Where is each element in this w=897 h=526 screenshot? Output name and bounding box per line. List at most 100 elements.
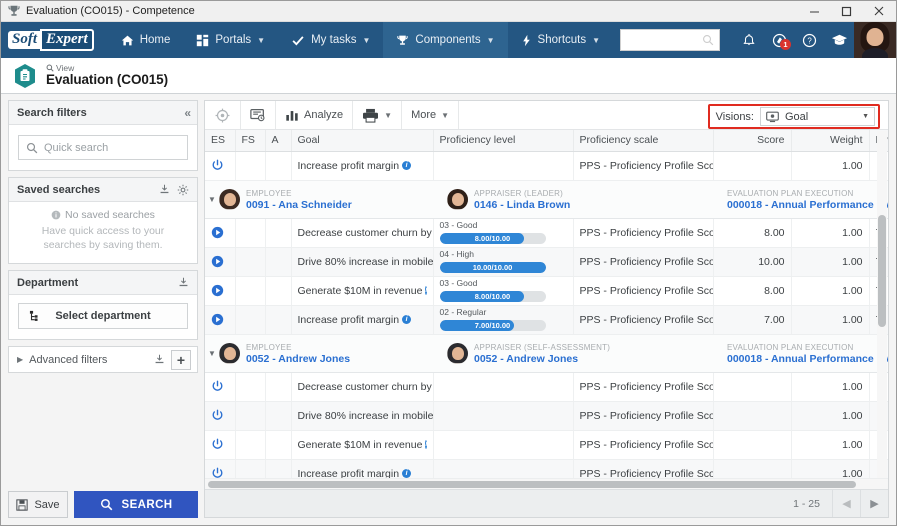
table-group-row[interactable]: ▼ EMPLOYEE 0091 - Ana Schneider APPRAISER (…	[205, 179, 888, 219]
cell-es[interactable]	[205, 247, 236, 277]
user-avatar[interactable]	[854, 22, 896, 58]
report-button[interactable]	[241, 101, 276, 129]
vertical-scrollbar[interactable]	[877, 131, 887, 479]
chevron-down-icon[interactable]: ▼	[862, 113, 869, 120]
horizontal-scroll-thumb[interactable]	[208, 481, 856, 488]
column-header-a[interactable]: A	[265, 130, 292, 152]
cell-goal[interactable]: Increase profit margin i	[291, 459, 434, 478]
cell-goal[interactable]: Drive 80% increase in mobile signup	[291, 401, 434, 431]
table-row[interactable]: Generate $10M in revenue i PPS - Proficien…	[205, 430, 888, 460]
group-employee-name[interactable]: 0052 - Andrew Jones	[246, 353, 350, 365]
chevron-double-left-icon[interactable]: «	[184, 106, 191, 120]
cell-goal[interactable]: Generate $10M in revenue i	[291, 430, 434, 460]
nav-item-my-tasks[interactable]: My tasks ▼	[278, 22, 383, 58]
play-icon[interactable]	[211, 255, 229, 268]
table-row[interactable]: Increase profit margin i 02 - Regular 7.00/…	[205, 305, 888, 335]
group-plan[interactable]: EVALUATION PLAN EXECUTION 000018 - Annual…	[727, 341, 888, 365]
column-header-score[interactable]: Score	[713, 130, 792, 152]
maximize-button[interactable]	[830, 1, 862, 22]
play-icon[interactable]	[211, 313, 229, 326]
group-employee[interactable]: EMPLOYEE 0091 - Ana Schneider	[219, 187, 447, 211]
import-icon[interactable]	[178, 277, 189, 288]
table-row[interactable]: Drive 80% increase in mobile signup04 - …	[205, 247, 888, 277]
group-plan-name[interactable]: 000018 - Annual Performance Evalu	[727, 199, 888, 211]
info-icon[interactable]: i	[402, 161, 412, 170]
table-row[interactable]: Generate $10M in revenue i 03 - Good 8.00/1…	[205, 276, 888, 306]
table-row[interactable]: Increase profit margin i PPS - Proficiency…	[205, 459, 888, 478]
gear-icon[interactable]	[177, 184, 189, 196]
previous-page-button[interactable]: ◀	[832, 490, 860, 517]
analyze-button[interactable]: Analyze	[276, 101, 354, 129]
group-appraiser-name[interactable]: 0052 - Andrew Jones	[474, 353, 578, 365]
column-header-es[interactable]: ES	[205, 130, 236, 152]
power-icon[interactable]	[211, 409, 229, 422]
minimize-button[interactable]	[798, 1, 830, 22]
info-icon[interactable]: i	[402, 469, 412, 478]
global-search-input[interactable]	[626, 34, 702, 46]
group-plan-name[interactable]: 000018 - Annual Performance Evalu	[727, 353, 888, 365]
group-employee[interactable]: EMPLOYEE 0052 - Andrew Jones	[219, 341, 447, 365]
academy-icon[interactable]	[824, 22, 854, 58]
cell-goal[interactable]: Decrease customer churn by 50%i	[291, 372, 434, 402]
cell-es[interactable]	[205, 305, 236, 335]
group-appraiser-name[interactable]: 0146 - Linda Brown	[474, 199, 570, 211]
quick-search-input[interactable]	[44, 141, 180, 154]
play-icon[interactable]	[211, 284, 229, 297]
power-icon[interactable]	[211, 438, 229, 451]
global-search[interactable]	[620, 29, 720, 51]
group-appraiser[interactable]: APPRAISER (LEADER) 0146 - Linda Brown	[447, 187, 727, 211]
messages-icon[interactable]: 1	[764, 22, 794, 58]
cell-goal[interactable]: Drive 80% increase in mobile signup	[291, 247, 434, 277]
power-icon[interactable]	[211, 159, 229, 172]
column-header-proficiency-scale[interactable]: Proficiency scale	[573, 130, 714, 152]
cell-es[interactable]	[205, 372, 236, 402]
info-icon[interactable]: i	[425, 440, 428, 449]
group-collapse-icon[interactable]: ▼	[205, 195, 219, 204]
table-row[interactable]: Increase profit margin i PPS - Proficiency…	[205, 151, 888, 181]
nav-item-home[interactable]: Home	[108, 22, 184, 58]
column-header-proficiency-level[interactable]: Proficiency level	[433, 130, 574, 152]
column-header-goal[interactable]: Goal	[291, 130, 434, 152]
save-button[interactable]: Save	[8, 491, 68, 518]
search-input[interactable]	[18, 135, 188, 160]
bell-icon[interactable]	[734, 22, 764, 58]
table-row[interactable]: Decrease customer churn by 50%i PPS - Pro…	[205, 372, 888, 402]
close-button[interactable]	[862, 1, 896, 22]
table-row[interactable]: Drive 80% increase in mobile signup PPS -…	[205, 401, 888, 431]
play-icon[interactable]	[211, 226, 229, 239]
cell-goal[interactable]: Decrease customer churn by 50%i	[291, 218, 434, 248]
info-icon[interactable]: i	[425, 286, 428, 295]
more-button[interactable]: More ▼	[402, 101, 460, 129]
visions-select[interactable]: Goal ▼	[760, 107, 875, 126]
column-header-weight[interactable]: Weight	[791, 130, 870, 152]
cell-es[interactable]	[205, 276, 236, 306]
nav-item-components[interactable]: Components ▼	[383, 22, 508, 58]
cell-es[interactable]	[205, 459, 236, 478]
cell-es[interactable]	[205, 401, 236, 431]
add-filter-button[interactable]: +	[171, 349, 191, 370]
cell-goal[interactable]: Increase profit margin i	[291, 305, 434, 335]
cell-goal[interactable]: Increase profit margin i	[291, 151, 434, 181]
nav-item-shortcuts[interactable]: Shortcuts ▼	[508, 22, 614, 58]
table-row[interactable]: Decrease customer churn by 50%i03 - Good…	[205, 218, 888, 248]
advanced-filters-row[interactable]: ▶ Advanced filters +	[8, 346, 198, 374]
group-employee-name[interactable]: 0091 - Ana Schneider	[246, 199, 352, 211]
cell-es[interactable]	[205, 218, 236, 248]
target-button[interactable]	[205, 101, 241, 129]
group-plan[interactable]: EVALUATION PLAN EXECUTION 000018 - Annual…	[727, 187, 888, 211]
import-icon[interactable]	[159, 184, 170, 195]
table-group-row[interactable]: ▼ EMPLOYEE 0052 - Andrew Jones APPRAISER (S…	[205, 333, 888, 373]
cell-es[interactable]	[205, 151, 236, 181]
column-header-fs[interactable]: FS	[235, 130, 266, 152]
select-department-button[interactable]: Select department	[18, 303, 188, 330]
power-icon[interactable]	[211, 380, 229, 393]
nav-item-portals[interactable]: Portals ▼	[183, 22, 278, 58]
group-appraiser[interactable]: APPRAISER (SELF-ASSESSMENT) 0052 - Andrew…	[447, 341, 727, 365]
next-page-button[interactable]: ▶	[860, 490, 888, 517]
search-button[interactable]: SEARCH	[74, 491, 198, 518]
cell-goal[interactable]: Generate $10M in revenue i	[291, 276, 434, 306]
cell-es[interactable]	[205, 430, 236, 460]
power-icon[interactable]	[211, 467, 229, 478]
softexpert-logo[interactable]: Soft Expert	[8, 22, 94, 58]
import-icon[interactable]	[154, 354, 165, 365]
